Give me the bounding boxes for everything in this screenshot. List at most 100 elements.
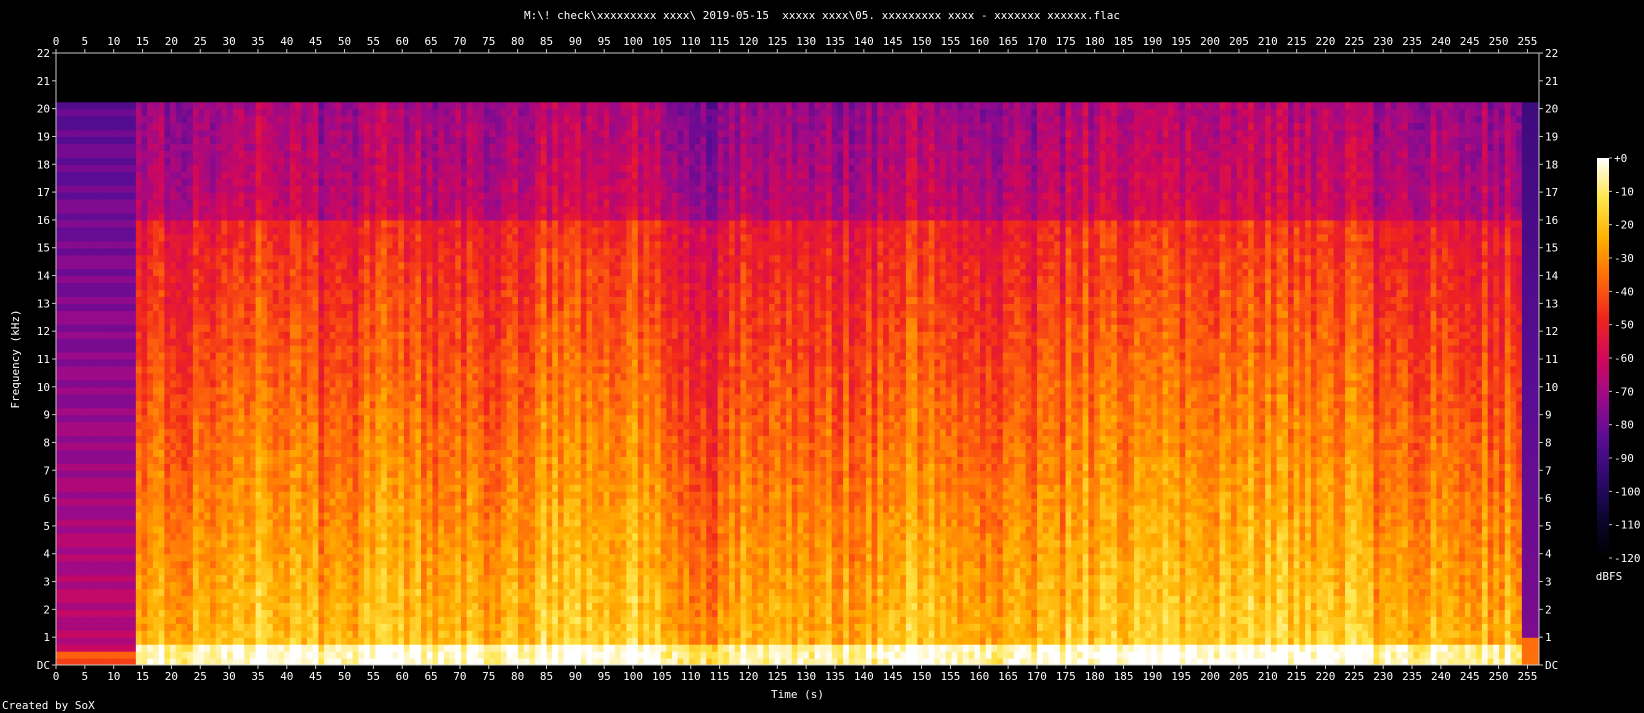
heatmap-cell [261,317,268,325]
heatmap-cell [84,435,91,444]
heatmap-cell [352,400,359,409]
heatmap-cell [147,282,154,291]
heatmap-cell [135,275,143,284]
heatmap-cell [158,505,165,513]
heatmap-cell [295,275,302,284]
heatmap-cell [147,219,154,228]
heatmap-cell [187,386,194,395]
heatmap-cell [369,115,377,124]
heatmap-cell [192,310,200,318]
heatmap-cell [135,393,143,402]
heatmap-cell [255,206,262,214]
heatmap-cell [358,101,365,110]
heatmap-cell [181,532,188,541]
heatmap-cell [113,595,120,603]
heatmap-cell [301,247,308,256]
heatmap-cell [187,129,194,138]
heatmap-cell [306,539,314,548]
heatmap-cell [312,164,319,172]
heatmap-cell [312,421,319,430]
heatmap-cell [301,101,308,110]
heatmap-cell [232,66,240,75]
heatmap-cell [84,414,91,423]
heatmap-cell [152,303,160,311]
heatmap-cell [181,192,188,200]
heatmap-cell [175,567,183,576]
heatmap-cell [56,609,63,617]
heatmap-cell [118,282,126,291]
heatmap-cell [158,393,165,402]
heatmap-cell [187,233,194,242]
heatmap-cell [255,53,262,61]
heatmap-cell [187,435,194,444]
heatmap-cell [301,324,308,332]
heatmap-cell [341,143,348,151]
heatmap-cell [358,449,365,457]
heatmap-cell [289,73,297,82]
heatmap-cell [164,122,171,131]
heatmap-cell [255,532,262,541]
heatmap-cell [346,296,354,304]
heatmap-cell [164,296,171,304]
heatmap-cell [249,539,257,548]
heatmap-cell [369,470,377,478]
heatmap-cell [272,470,280,478]
heatmap-cell [158,498,165,506]
heatmap-cell [358,143,365,151]
heatmap-cell [78,324,86,332]
heatmap-cell [152,379,160,388]
heatmap-cell [198,407,205,416]
heatmap-cell [272,553,280,562]
heatmap-cell [95,261,103,270]
heatmap-cell [135,637,143,645]
heatmap-cell [312,345,319,353]
heatmap-cell [341,442,348,450]
heatmap-cell [324,108,331,117]
heatmap-cell [204,630,211,638]
heatmap-cell [261,512,268,520]
heatmap-cell [118,233,126,242]
heatmap-cell [261,53,268,61]
heatmap-cell [272,421,280,430]
heatmap-cell [272,115,280,124]
heatmap-cell [352,512,359,520]
heatmap-cell [306,275,314,284]
heatmap-cell [56,268,63,277]
heatmap-cell [118,470,126,478]
heatmap-cell [289,560,297,569]
heatmap-cell [352,324,359,332]
heatmap-cell [56,171,63,179]
heatmap-cell [198,178,205,186]
heatmap-cell [141,525,148,534]
heatmap-cell [255,212,262,221]
heatmap-cell [272,199,280,207]
heatmap-cell [329,233,337,242]
heatmap-cell [147,171,154,179]
heatmap-cell [369,365,377,374]
heatmap-cell [113,546,120,555]
heatmap-cell [101,512,108,520]
heatmap-cell [90,553,97,562]
heatmap-cell [295,122,302,131]
heatmap-cell [175,609,183,617]
heatmap-cell [152,400,160,409]
heatmap-cell [73,359,80,367]
heatmap-cell [375,560,382,569]
heatmap-cell [244,477,251,485]
heatmap-cell [318,442,325,450]
heatmap-cell [221,414,228,423]
heatmap-cell [107,247,114,256]
heatmap-cell [101,87,108,96]
heatmap-cell [152,574,160,583]
heatmap-cell [329,463,337,471]
heatmap-cell [255,512,262,520]
heatmap-cell [187,247,194,256]
heatmap-cell [67,178,74,186]
heatmap-cell [181,331,188,339]
heatmap-cell [175,393,183,402]
heatmap-cell [210,331,217,339]
heatmap-cell [335,581,342,590]
heatmap-cell [306,289,314,297]
heatmap-cell [295,310,302,318]
heatmap-cell [215,331,223,339]
